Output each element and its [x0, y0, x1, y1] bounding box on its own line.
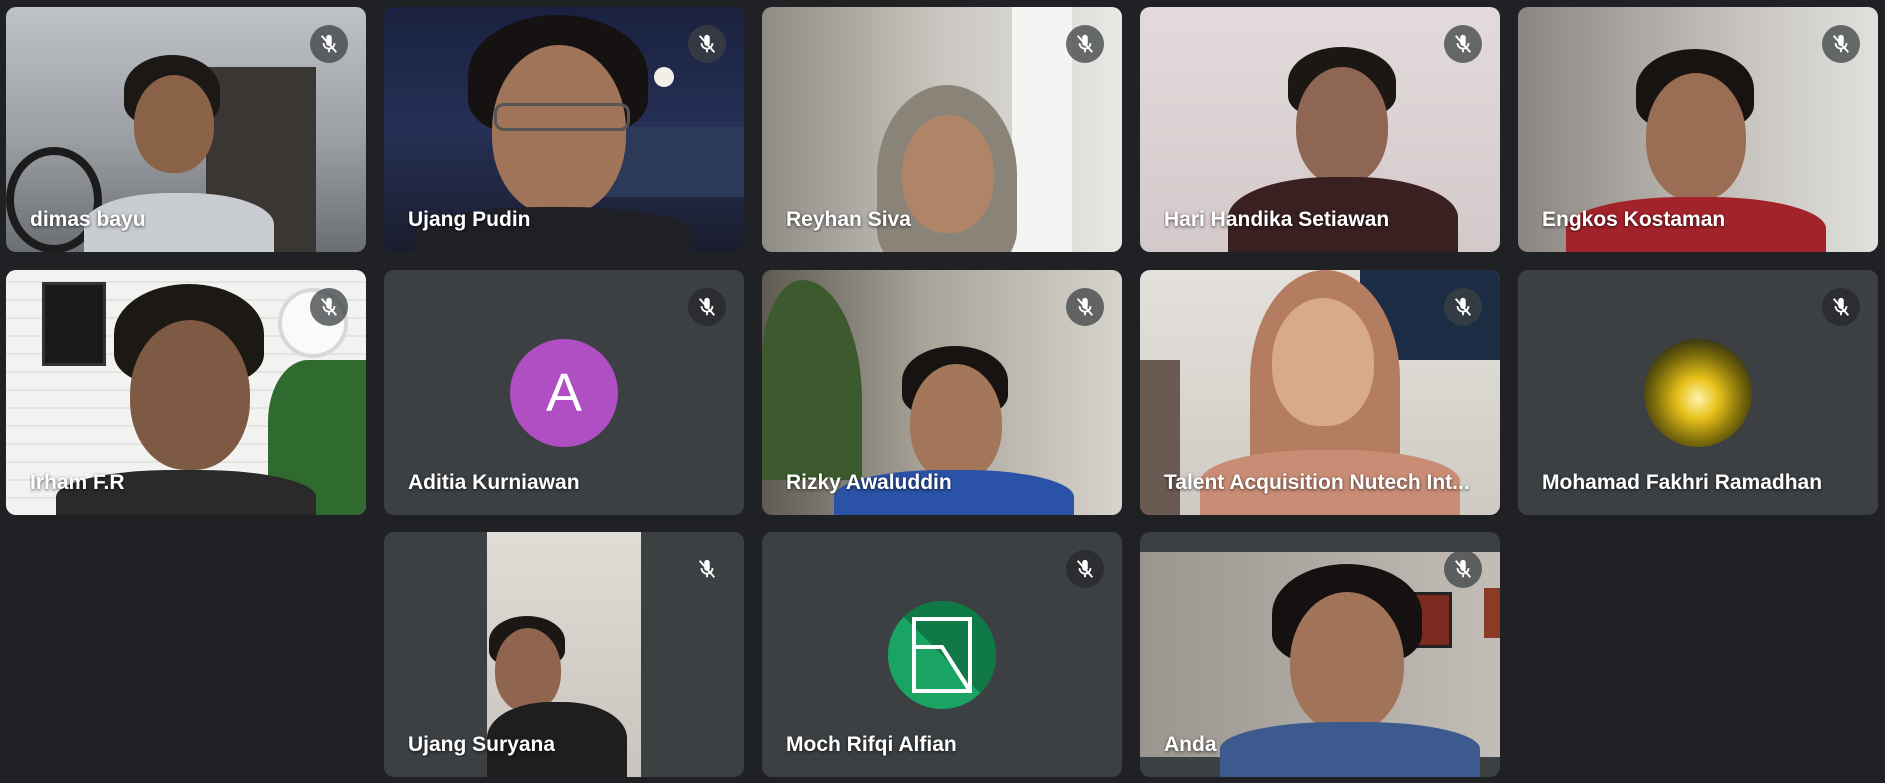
participant-tile-reyhan-siva[interactable]: Reyhan Siva	[762, 7, 1122, 252]
participant-name: Rizky Awaluddin	[786, 471, 952, 494]
mic-off-button[interactable]	[688, 288, 726, 326]
mic-off-icon	[1832, 297, 1850, 316]
avatar: A	[510, 338, 618, 447]
mic-off-button[interactable]	[310, 288, 348, 326]
mic-off-button[interactable]	[1822, 25, 1860, 63]
mic-off-icon	[1076, 297, 1094, 316]
mic-off-button[interactable]	[688, 25, 726, 63]
mic-off-icon	[698, 297, 716, 316]
mic-off-icon	[320, 297, 338, 316]
mic-off-button[interactable]	[688, 550, 726, 588]
mic-off-button[interactable]	[1822, 288, 1860, 326]
participant-name: Hari Handika Setiawan	[1164, 208, 1390, 231]
participant-tile-anda[interactable]: Anda	[1140, 532, 1500, 777]
mic-off-icon	[1454, 297, 1472, 316]
mic-off-icon	[1454, 34, 1472, 53]
avatar-letter: A	[545, 362, 583, 423]
avatar	[1644, 338, 1752, 447]
participant-tile-moch-rifqi[interactable]: Moch Rifqi Alfian	[762, 532, 1122, 777]
mic-off-button[interactable]	[310, 25, 348, 63]
mic-off-button[interactable]	[1444, 550, 1482, 588]
participant-tile-rizky-awaluddin[interactable]: Rizky Awaluddin	[762, 270, 1122, 515]
mic-off-icon	[1832, 34, 1850, 53]
participant-name: Ujang Suryana	[408, 733, 556, 756]
participant-name: Irham F.R	[30, 471, 125, 494]
participant-name: Engkos Kostaman	[1542, 208, 1726, 231]
mic-off-icon	[698, 34, 716, 53]
participant-tile-talent-acquisition[interactable]: Talent Acquisition Nutech Int...	[1140, 270, 1500, 515]
mic-off-icon	[1076, 559, 1094, 578]
participant-name: dimas bayu	[30, 208, 146, 231]
mic-off-icon	[698, 559, 716, 578]
mic-off-button[interactable]	[1066, 288, 1104, 326]
participant-tile-ujang-suryana[interactable]: Ujang Suryana	[384, 532, 744, 777]
mic-off-button[interactable]	[1444, 288, 1482, 326]
avatar	[888, 600, 996, 709]
participant-name: Aditia Kurniawan	[408, 471, 580, 494]
participant-tile-engkos-kostaman[interactable]: Engkos Kostaman	[1518, 7, 1878, 252]
mic-off-icon	[320, 34, 338, 53]
participant-tile-ujang-pudin[interactable]: Ujang Pudin	[384, 7, 744, 252]
participant-tile-dimas-bayu[interactable]: dimas bayu	[6, 7, 366, 252]
participant-tile-hari-handika[interactable]: Hari Handika Setiawan	[1140, 7, 1500, 252]
mic-off-icon	[1454, 559, 1472, 578]
mic-off-button[interactable]	[1066, 25, 1104, 63]
mic-off-button[interactable]	[1066, 550, 1104, 588]
participant-name: Anda	[1164, 733, 1217, 756]
participant-tile-mohamad-fakhri[interactable]: Mohamad Fakhri Ramadhan	[1518, 270, 1878, 515]
logo-icon	[888, 600, 996, 709]
participant-name: Talent Acquisition Nutech Int...	[1164, 471, 1470, 494]
mic-off-button[interactable]	[1444, 25, 1482, 63]
mic-off-icon	[1076, 34, 1094, 53]
participant-video	[1140, 552, 1500, 777]
participant-tile-aditia-kurniawan[interactable]: A Aditia Kurniawan	[384, 270, 744, 515]
participant-name: Mohamad Fakhri Ramadhan	[1542, 471, 1823, 494]
participant-name: Ujang Pudin	[408, 208, 531, 231]
participant-tile-irham[interactable]: Irham F.R	[6, 270, 366, 515]
participant-name: Reyhan Siva	[786, 208, 911, 231]
participant-name: Moch Rifqi Alfian	[786, 733, 957, 756]
